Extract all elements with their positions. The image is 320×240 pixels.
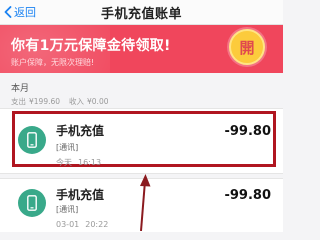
annotation-arrow-icon — [140, 174, 151, 231]
